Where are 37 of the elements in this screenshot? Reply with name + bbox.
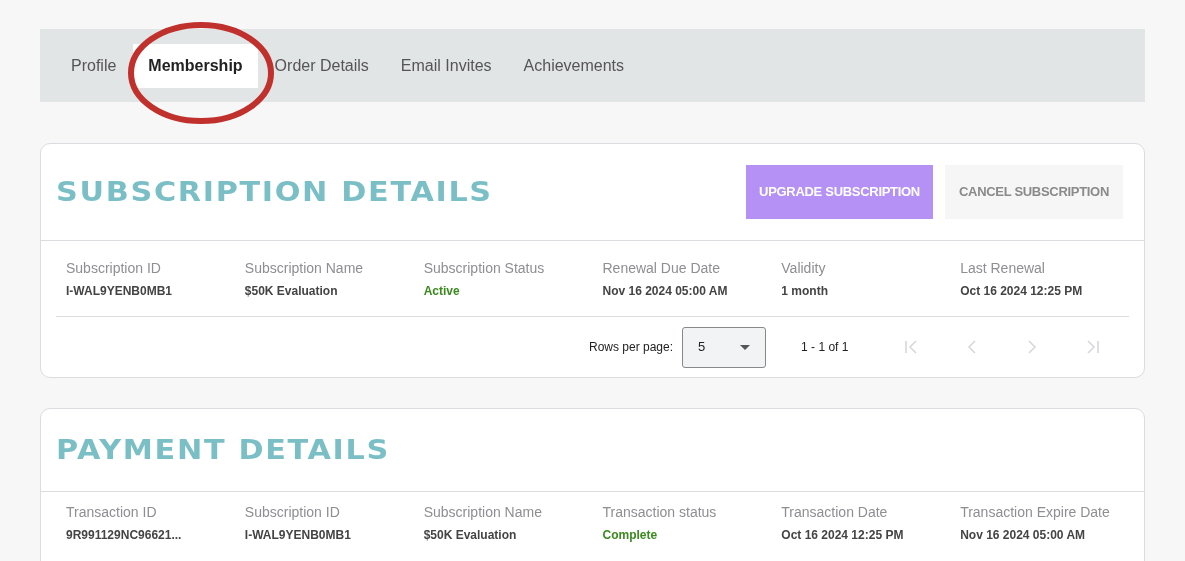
cancel-button[interactable]: CANCEL SUBSCRIPTION xyxy=(945,165,1123,219)
field-label: Subscription Name xyxy=(244,258,365,278)
tab[interactable]: Achievements xyxy=(508,43,640,88)
tab[interactable]: Email Invites xyxy=(385,43,507,88)
field-value: Oct 16 2024 12:25 PM xyxy=(960,282,1084,300)
tab[interactable]: Membership xyxy=(133,43,258,88)
field-label: Transaction ID xyxy=(66,503,158,522)
field-value: Oct 16 2024 12:25 PM xyxy=(781,527,905,544)
last-page-icon[interactable] xyxy=(1084,340,1101,354)
page-range: 1 - 1 of 1 xyxy=(801,339,849,356)
field-value: Nov 16 2024 05:00 AM xyxy=(602,282,729,300)
field-label: Transaction status xyxy=(602,503,718,522)
field-label: Transaction Date xyxy=(781,503,889,522)
caret-icon xyxy=(740,344,751,350)
field-value: I-WAL9YENB0MB1 xyxy=(66,282,173,300)
field-label: Renewal Due Date xyxy=(602,258,721,278)
tab[interactable]: Order Details xyxy=(259,43,384,88)
field-label: Subscription ID xyxy=(66,258,162,278)
field-label: Subscription ID xyxy=(244,503,341,522)
field-value: I-WAL9YENB0MB1 xyxy=(244,527,352,544)
section-heading: PAYMENT DETAILS xyxy=(56,432,390,467)
field-label: Transaction Expire Date xyxy=(960,503,1111,522)
rows-per-page-select[interactable]: 5 xyxy=(682,326,767,368)
field-value: $50K Evaluation xyxy=(423,527,518,544)
rows-per-page-label: Rows per page: xyxy=(589,339,674,356)
field-value: 9R991129NC96621... xyxy=(66,527,183,544)
field-value: Nov 16 2024 05:00 AM xyxy=(960,527,1087,544)
field-label: Subscription Status xyxy=(423,258,546,278)
section-heading: SUBSCRIPTION DETAILS xyxy=(56,174,493,209)
field-value: Complete xyxy=(602,527,659,544)
field-label: Validity xyxy=(781,258,827,278)
field-value: Active xyxy=(423,282,461,300)
field-value: $50K Evaluation xyxy=(244,282,339,300)
field-label: Last Renewal xyxy=(960,258,1046,278)
field-label: Subscription Name xyxy=(423,503,543,522)
tab[interactable]: Profile xyxy=(56,43,132,88)
field-value: 1 month xyxy=(781,282,829,300)
